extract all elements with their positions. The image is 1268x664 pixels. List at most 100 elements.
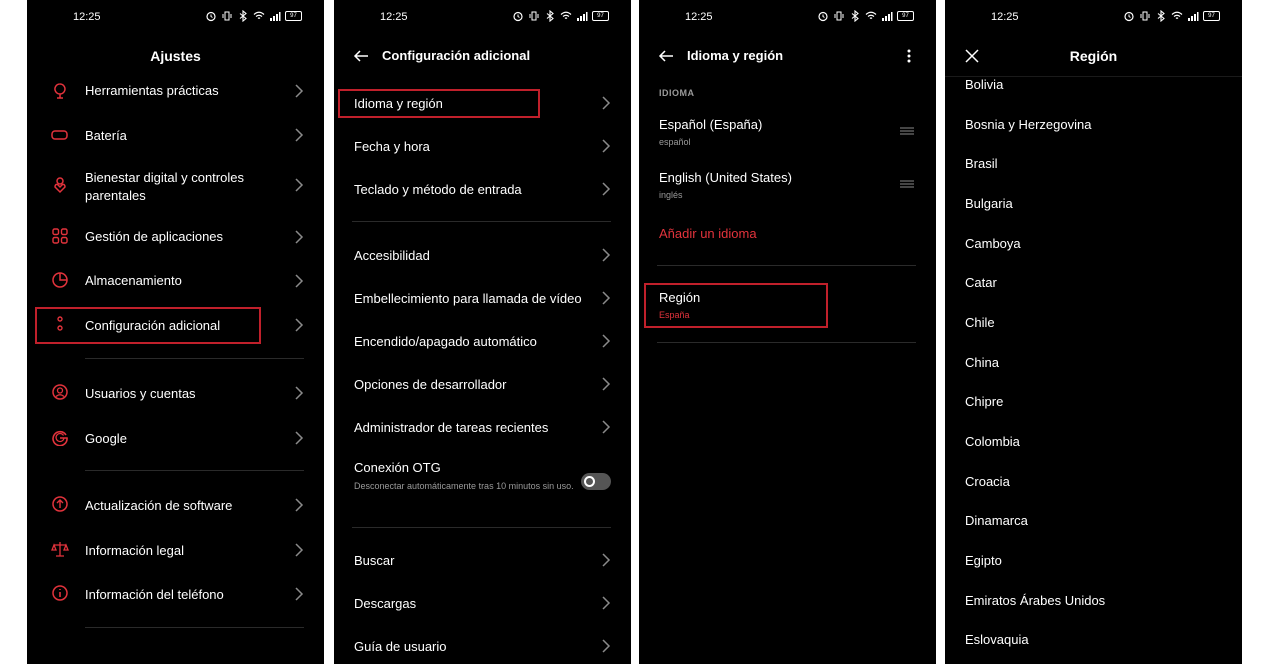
chevron-right-icon bbox=[294, 386, 304, 400]
menu-item-fecha-hora[interactable]: Fecha y hora bbox=[334, 135, 631, 157]
menu-item-label: Embellecimiento para llamada de vídeo bbox=[354, 291, 582, 306]
menu-item-buscar[interactable]: Buscar bbox=[334, 549, 631, 571]
country-item[interactable]: Brasil bbox=[965, 156, 998, 171]
chevron-right-icon bbox=[294, 498, 304, 512]
language-native: inglés bbox=[659, 190, 683, 200]
alarm-icon bbox=[1123, 10, 1135, 22]
signal-icon bbox=[576, 10, 588, 22]
bluetooth-icon bbox=[237, 10, 249, 22]
language-name: English (United States) bbox=[659, 170, 792, 185]
settings-item-label: Google bbox=[85, 431, 127, 446]
menu-item-accesibilidad[interactable]: Accesibilidad bbox=[334, 244, 631, 266]
more-vertical-icon[interactable] bbox=[900, 47, 918, 65]
page-title: Configuración adicional bbox=[382, 48, 531, 63]
chevron-right-icon bbox=[601, 291, 611, 305]
settings-item-usuarios[interactable]: Usuarios y cuentas bbox=[27, 382, 324, 404]
settings-item-bateria[interactable]: Batería bbox=[27, 124, 324, 146]
status-bar: 12:25 97 bbox=[27, 0, 324, 34]
alarm-icon bbox=[205, 10, 217, 22]
otg-description: Desconectar automáticamente tras 10 minu… bbox=[354, 481, 574, 491]
settings-item-herramientas[interactable]: Herramientas prácticas bbox=[27, 80, 324, 102]
menu-item-guia[interactable]: Guía de usuario bbox=[334, 635, 631, 657]
menu-item-embellecimiento[interactable]: Embellecimiento para llamada de vídeo bbox=[334, 287, 631, 309]
otg-toggle[interactable] bbox=[581, 473, 611, 490]
country-item[interactable]: Chile bbox=[965, 315, 995, 330]
battery-indicator: 97 bbox=[285, 11, 302, 21]
drag-handle-icon[interactable] bbox=[900, 180, 914, 188]
vibrate-icon bbox=[1139, 10, 1151, 22]
chevron-right-icon bbox=[294, 230, 304, 244]
country-item[interactable]: Chipre bbox=[965, 394, 1003, 409]
language-item-espanol[interactable]: Español (España) español bbox=[639, 114, 936, 150]
menu-item-teclado[interactable]: Teclado y método de entrada bbox=[334, 178, 631, 200]
settings-item-telefono[interactable]: Información del teléfono bbox=[27, 583, 324, 605]
country-item[interactable]: Bolivia bbox=[965, 77, 1003, 92]
country-item[interactable]: Colombia bbox=[965, 434, 1020, 449]
chevron-right-icon bbox=[601, 377, 611, 391]
chevron-right-icon bbox=[601, 596, 611, 610]
page-title: Región bbox=[1069, 48, 1118, 64]
back-arrow-icon[interactable] bbox=[657, 47, 675, 65]
alarm-icon bbox=[512, 10, 524, 22]
menu-item-label: Conexión OTG bbox=[354, 460, 441, 475]
settings-item-label: Información legal bbox=[85, 543, 184, 558]
country-item[interactable]: Catar bbox=[965, 275, 997, 290]
settings-item-label: Bienestar digital y controles parentales bbox=[85, 170, 244, 203]
info-icon bbox=[52, 585, 68, 601]
divider bbox=[85, 627, 304, 628]
add-language-button[interactable]: Añadir un idioma bbox=[659, 226, 757, 241]
country-item[interactable]: Camboya bbox=[965, 236, 1021, 251]
menu-item-desarrollador[interactable]: Opciones de desarrollador bbox=[334, 373, 631, 395]
menu-item-encendido[interactable]: Encendido/apagado automático bbox=[334, 330, 631, 352]
vibrate-icon bbox=[528, 10, 540, 22]
bluetooth-icon bbox=[544, 10, 556, 22]
toggle-knob bbox=[584, 476, 595, 487]
chevron-right-icon bbox=[601, 639, 611, 653]
language-region-screen: 12:25 97 Idioma y región IDIOMA Español … bbox=[639, 0, 936, 664]
settings-item-aplicaciones[interactable]: Gestión de aplicaciones bbox=[27, 226, 324, 248]
divider bbox=[85, 470, 304, 471]
language-item-english[interactable]: English (United States) inglés bbox=[639, 167, 936, 203]
drag-handle-icon[interactable] bbox=[900, 127, 914, 135]
country-item[interactable]: Croacia bbox=[965, 474, 1010, 489]
country-item[interactable]: Dinamarca bbox=[965, 513, 1028, 528]
country-item[interactable]: China bbox=[965, 355, 999, 370]
battery-indicator: 97 bbox=[897, 11, 914, 21]
section-header-idioma: IDIOMA bbox=[659, 88, 695, 98]
settings-item-almacenamiento[interactable]: Almacenamiento bbox=[27, 270, 324, 292]
settings-item-label: Actualización de software bbox=[85, 498, 233, 513]
settings-item-bienestar[interactable]: Bienestar digital y controles parentales bbox=[27, 166, 324, 206]
country-item[interactable]: Bosnia y Herzegovina bbox=[965, 117, 1091, 132]
settings-item-legal[interactable]: Información legal bbox=[27, 539, 324, 561]
highlight-box bbox=[338, 89, 540, 118]
chevron-right-icon bbox=[294, 543, 304, 557]
country-item[interactable]: Egipto bbox=[965, 553, 1002, 568]
apps-icon bbox=[52, 228, 68, 244]
country-item[interactable]: Emiratos Árabes Unidos bbox=[965, 593, 1105, 608]
google-icon bbox=[52, 430, 68, 446]
chevron-right-icon bbox=[601, 420, 611, 434]
back-arrow-icon[interactable] bbox=[352, 47, 370, 65]
menu-item-label: Opciones de desarrollador bbox=[354, 377, 507, 392]
battery-indicator: 97 bbox=[592, 11, 609, 21]
country-item[interactable]: Bulgaria bbox=[965, 196, 1013, 211]
status-time: 12:25 bbox=[685, 11, 713, 23]
menu-item-label: Teclado y método de entrada bbox=[354, 182, 522, 197]
chevron-right-icon bbox=[294, 587, 304, 601]
chevron-right-icon bbox=[294, 274, 304, 288]
country-item[interactable]: Eslovaquia bbox=[965, 632, 1029, 647]
settings-item-google[interactable]: Google bbox=[27, 427, 324, 449]
signal-icon bbox=[269, 10, 281, 22]
menu-item-tareas-recientes[interactable]: Administrador de tareas recientes bbox=[334, 416, 631, 438]
wellbeing-icon bbox=[54, 177, 66, 194]
alarm-icon bbox=[817, 10, 829, 22]
bluetooth-icon bbox=[1155, 10, 1167, 22]
chevron-right-icon bbox=[601, 139, 611, 153]
divider bbox=[657, 265, 916, 266]
settings-item-label: Usuarios y cuentas bbox=[85, 386, 196, 401]
language-native: español bbox=[659, 137, 691, 147]
settings-item-actualizacion[interactable]: Actualización de software bbox=[27, 494, 324, 516]
menu-item-descargas[interactable]: Descargas bbox=[334, 592, 631, 614]
language-name: Español (España) bbox=[659, 117, 763, 132]
battery-icon bbox=[51, 130, 68, 140]
